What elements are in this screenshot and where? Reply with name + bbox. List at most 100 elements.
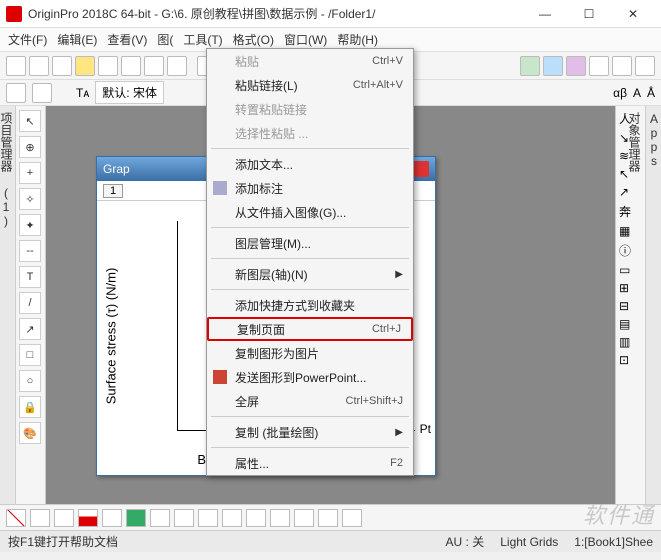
statusbar: 按F1键打开帮助文档 AU : 关 Light Grids 1:[Book1]S… [0, 530, 661, 552]
scatter-plot-icon[interactable] [30, 509, 50, 527]
column-plot-icon[interactable] [78, 509, 98, 527]
tool-left-9[interactable]: □ [19, 344, 41, 366]
dialog-icon[interactable] [566, 56, 586, 76]
menu-file[interactable]: 文件(F) [8, 31, 47, 48]
menu-item-17[interactable]: 全屏Ctrl+Shift+J [207, 389, 413, 413]
menu-item-13[interactable]: 添加快捷方式到收藏夹 [207, 293, 413, 317]
maximize-button[interactable]: ☐ [567, 1, 611, 27]
image-plot-icon[interactable] [342, 509, 362, 527]
menu-item-9[interactable]: 图层管理(M)... [207, 231, 413, 255]
surface-plot-icon[interactable] [198, 509, 218, 527]
ppt-icon [213, 370, 227, 384]
tool-left-10[interactable]: ○ [19, 370, 41, 392]
menu-item-label: 属性... [235, 455, 269, 472]
menu-shortcut: Ctrl+V [372, 55, 403, 67]
menu-view[interactable]: 查看(V) [107, 31, 147, 48]
tool-left-1[interactable]: ⊕ [19, 136, 41, 158]
menu-separator [211, 289, 409, 290]
menu-item-15[interactable]: 复制图形为图片 [207, 341, 413, 365]
menu-separator [211, 148, 409, 149]
menu-item-label: 图层管理(M)... [235, 235, 311, 252]
menu-item-label: 新图层(轴)(N) [235, 266, 308, 283]
menu-edit[interactable]: 编辑(E) [57, 31, 97, 48]
status-grid[interactable]: Light Grids [500, 535, 558, 549]
tool-left-7[interactable]: / [19, 292, 41, 314]
import-icon[interactable] [520, 56, 540, 76]
menu-tools[interactable]: 工具(T) [183, 31, 222, 48]
new-excel-icon[interactable] [75, 56, 95, 76]
3d-plot-icon[interactable] [174, 509, 194, 527]
menu-item-16[interactable]: 发送图形到PowerPoint... [207, 365, 413, 389]
export-icon[interactable] [543, 56, 563, 76]
menu-shortcut: Ctrl+Alt+V [353, 79, 403, 91]
undo-icon[interactable] [6, 83, 26, 103]
tool-left-0[interactable]: ↖ [19, 110, 41, 132]
new-notes-icon[interactable] [167, 56, 187, 76]
new-project-icon[interactable] [6, 56, 26, 76]
sidetab-project[interactable]: 项目管理器 (1) [0, 112, 15, 504]
sidetab-apps[interactable]: Apps [647, 112, 661, 504]
menu-item-label: 粘贴 [235, 53, 259, 70]
tool-left-12[interactable]: 🎨 [19, 422, 41, 444]
menu-item-label: 选择性粘贴 ... [235, 125, 308, 142]
bar-plot-icon[interactable] [102, 509, 122, 527]
linescatter-plot-icon[interactable] [54, 509, 74, 527]
new-folder-icon[interactable] [29, 56, 49, 76]
minimize-button[interactable]: — [523, 1, 567, 27]
new-workbook-icon[interactable] [52, 56, 72, 76]
new-layout-icon[interactable] [144, 56, 164, 76]
tool-left-4[interactable]: ✦ [19, 214, 41, 236]
toolbar-plot [0, 504, 661, 530]
status-au[interactable]: AU : 关 [446, 533, 485, 550]
graph-title: Grap [103, 162, 130, 176]
tool-left-6[interactable]: T [19, 266, 41, 288]
menu-window[interactable]: 窗口(W) [284, 31, 327, 48]
status-sheet[interactable]: 1:[Book1]Shee [574, 535, 653, 549]
graph-layer-tab[interactable]: 1 [103, 184, 123, 198]
dup-icon[interactable] [635, 56, 655, 76]
print-icon[interactable] [589, 56, 609, 76]
line-plot-icon[interactable] [6, 509, 26, 527]
menu-item-14[interactable]: 复制页面Ctrl+J [207, 317, 413, 341]
window-title: OriginPro 2018C 64-bit - G:\6. 原创教程\拼图\数… [28, 5, 523, 22]
stock-plot-icon[interactable] [294, 509, 314, 527]
box-plot-icon[interactable] [246, 509, 266, 527]
menu-item-1[interactable]: 粘贴链接(L)Ctrl+Alt+V [207, 73, 413, 97]
app-icon [6, 6, 22, 22]
stat-plot-icon[interactable] [222, 509, 242, 527]
menu-graph[interactable]: 图( [157, 31, 173, 48]
menu-item-label: 复制页面 [237, 321, 285, 338]
menu-item-7[interactable]: 从文件插入图像(G)... [207, 200, 413, 224]
sidetab-objmgr[interactable]: 对象管理器 [626, 112, 643, 504]
tool-left-8[interactable]: ↗ [19, 318, 41, 340]
menu-help[interactable]: 帮助(H) [337, 31, 378, 48]
area-plot-icon[interactable] [126, 509, 146, 527]
tool-left-2[interactable]: + [19, 162, 41, 184]
menu-item-21[interactable]: 属性...F2 [207, 451, 413, 475]
contour-plot-icon[interactable] [270, 509, 290, 527]
close-button[interactable]: ✕ [611, 1, 655, 27]
refresh-icon[interactable] [612, 56, 632, 76]
menu-format[interactable]: 格式(O) [233, 31, 274, 48]
tool-left-11[interactable]: 🔒 [19, 396, 41, 418]
tool-left-5[interactable]: -- [19, 240, 41, 262]
redo-icon[interactable] [32, 83, 52, 103]
menu-item-19[interactable]: 复制 (批量绘图)▶ [207, 420, 413, 444]
menu-separator [211, 416, 409, 417]
new-matrix-icon[interactable] [121, 56, 141, 76]
context-menu: 粘贴Ctrl+V粘贴链接(L)Ctrl+Alt+V转置粘贴链接选择性粘贴 ...… [206, 48, 414, 476]
greek-icon[interactable]: αβ [613, 86, 627, 100]
accent-icon[interactable]: Å [647, 86, 655, 100]
menu-item-6[interactable]: 添加标注 [207, 176, 413, 200]
menu-item-5[interactable]: 添加文本... [207, 152, 413, 176]
menu-item-label: 复制 (批量绘图) [235, 424, 318, 441]
text-tool-icon[interactable]: Tᴀ [76, 86, 89, 100]
vector-plot-icon[interactable] [318, 509, 338, 527]
font-name[interactable]: 默认: 宋体 [95, 81, 164, 104]
pie-plot-icon[interactable] [150, 509, 170, 527]
new-graph-icon[interactable] [98, 56, 118, 76]
menu-item-label: 添加标注 [235, 180, 283, 197]
menu-item-11[interactable]: 新图层(轴)(N)▶ [207, 262, 413, 286]
tool-left-3[interactable]: ✧ [19, 188, 41, 210]
caps-icon[interactable]: A [633, 86, 641, 100]
